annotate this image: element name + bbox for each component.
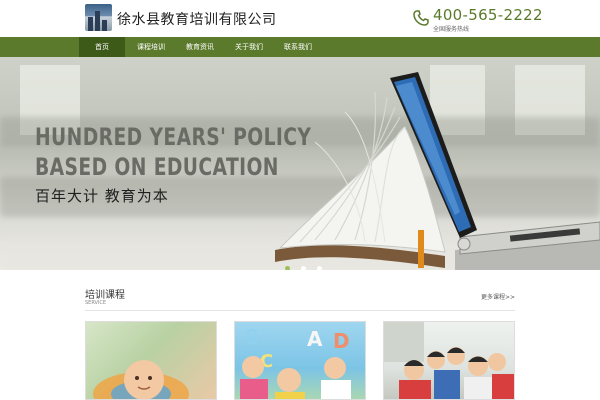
logo-building-shape [102, 20, 107, 31]
hotline-label: 全国服务热线 [433, 26, 470, 33]
nav-item-news[interactable]: 教育资讯 [176, 37, 224, 57]
slider-dot-active[interactable] [285, 266, 290, 270]
slider-dot[interactable] [301, 266, 307, 270]
svg-text:A: A [307, 327, 323, 351]
section-divider [85, 310, 515, 311]
course-card-children[interactable]: S C A D [234, 321, 366, 400]
logo-building-shape [88, 17, 93, 31]
section-title: 培训课程 [85, 290, 125, 301]
laptop-book-illustration [275, 72, 600, 270]
slider-dots [285, 256, 328, 270]
slider-dot[interactable] [317, 266, 323, 270]
banner-heading-line2: BASED ON EDUCATION [35, 153, 279, 181]
nav-item-courses[interactable]: 课程培训 [127, 37, 175, 57]
banner-subtitle: 百年大计 教育为本 [35, 187, 169, 205]
logo-building-shape [95, 11, 100, 31]
company-name[interactable]: 徐水县教育培训有限公司 [117, 9, 277, 29]
classroom-photo-icon [384, 322, 514, 399]
hotline-number: 400-565-2222 [433, 6, 543, 24]
building-logo-icon[interactable] [85, 4, 112, 31]
course-card-baby[interactable] [85, 321, 217, 400]
hero-banner[interactable]: HUNDRED YEARS' POLICY BASED ON EDUCATION… [0, 57, 600, 270]
main-nav: 首页 课程培训 教育资讯 关于我们 联系我们 [0, 37, 600, 57]
nav-item-home[interactable]: 首页 [79, 37, 125, 57]
more-courses-link[interactable]: 更多课程>> [481, 292, 515, 301]
svg-text:S: S [245, 325, 259, 349]
course-card-classroom[interactable] [383, 321, 515, 400]
site-header: 徐水县教育培训有限公司 400-565-2222 全国服务热线 [0, 0, 600, 37]
section-subtitle: SERVICE [85, 300, 107, 306]
nav-item-contact[interactable]: 联系我们 [274, 37, 322, 57]
svg-text:D: D [333, 329, 350, 353]
nav-item-about[interactable]: 关于我们 [225, 37, 273, 57]
baby-photo-icon [93, 360, 189, 399]
children-letters-photo-icon: S C A D [240, 325, 351, 399]
phone-icon [413, 10, 429, 26]
